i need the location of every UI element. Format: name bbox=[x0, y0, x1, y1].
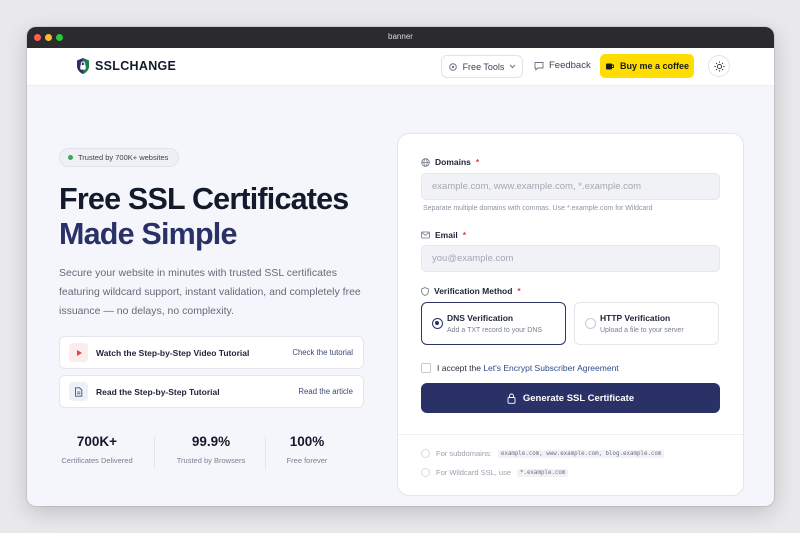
video-tutorial-label: Watch the Step-by-Step Video Tutorial bbox=[96, 347, 250, 358]
generate-label: Generate SSL Certificate bbox=[522, 392, 635, 404]
video-tutorial-card[interactable]: Watch the Step-by-Step Video Tutorial Ch… bbox=[59, 336, 364, 369]
tip-text: For subdomains: bbox=[436, 449, 492, 458]
required-marker: * bbox=[475, 157, 480, 167]
verification-method-label: Verification Method * bbox=[421, 286, 521, 296]
hero-title-line1: Free SSL Certificates bbox=[59, 182, 349, 216]
agreement-row: I accept the Let's Encrypt Subscriber Ag… bbox=[421, 363, 619, 373]
dns-radio[interactable] bbox=[432, 318, 443, 329]
shield-lock-icon bbox=[77, 58, 89, 74]
http-radio[interactable] bbox=[585, 318, 596, 329]
play-icon bbox=[69, 343, 88, 362]
chevron-down-icon bbox=[510, 64, 516, 69]
dns-verification-option[interactable]: DNS Verification Add a TXT record to you… bbox=[421, 302, 566, 345]
coffee-label: Buy me a coffee bbox=[619, 61, 690, 71]
status-dot-icon bbox=[68, 155, 73, 160]
brand-logo[interactable]: SSLCHANGE bbox=[76, 57, 176, 75]
agreement-checkbox[interactable] bbox=[421, 363, 431, 373]
agreement-text: I accept the Let's Encrypt Subscriber Ag… bbox=[437, 363, 619, 373]
sun-icon bbox=[714, 61, 724, 71]
ssl-request-form: Domains * example.com, www.example.com, … bbox=[397, 133, 744, 496]
stat-value: 700K+ bbox=[76, 434, 118, 449]
buy-me-a-coffee-button[interactable]: Buy me a coffee bbox=[600, 54, 694, 78]
http-verification-option[interactable]: HTTP Verification Upload a file to your … bbox=[574, 302, 719, 345]
domains-hint: Separate multiple domains with commas. U… bbox=[423, 205, 653, 212]
stat-label: Free forever bbox=[286, 456, 328, 465]
shield-icon bbox=[421, 286, 429, 296]
stat-free: 100% Free forever bbox=[257, 434, 357, 465]
generate-certificate-button[interactable]: Generate SSL Certificate bbox=[421, 383, 720, 413]
gear-icon bbox=[448, 62, 457, 71]
article-tutorial-card[interactable]: Read the Step-by-Step Tutorial Read the … bbox=[59, 375, 364, 408]
trust-badge-label: Trusted by 700K+ websites bbox=[78, 153, 169, 162]
mail-icon bbox=[421, 231, 430, 239]
tip-bullet-icon bbox=[421, 449, 430, 458]
check-tutorial-link[interactable]: Check the tutorial bbox=[292, 348, 353, 357]
document-icon bbox=[69, 382, 88, 401]
subdomain-tip: For subdomains: example.com, www.example… bbox=[421, 449, 665, 458]
required-marker: * bbox=[517, 286, 521, 296]
domains-label: Domains * bbox=[421, 157, 479, 167]
free-tools-label: Free Tools bbox=[462, 61, 505, 72]
message-icon bbox=[534, 61, 544, 71]
free-tools-dropdown[interactable]: Free Tools bbox=[441, 55, 523, 78]
hero-subtitle: Secure your website in minutes with trus… bbox=[59, 267, 361, 317]
required-marker: * bbox=[462, 230, 466, 240]
globe-icon bbox=[421, 157, 430, 167]
dns-title: DNS Verification bbox=[447, 313, 514, 323]
stat-value: 100% bbox=[289, 434, 325, 449]
stat-divider bbox=[154, 437, 155, 469]
tip-code: *.example.com bbox=[517, 468, 569, 477]
theme-toggle-button[interactable] bbox=[708, 55, 730, 77]
top-navbar: SSLCHANGE Free Tools Feedback Buy me a c… bbox=[27, 48, 774, 86]
email-label-text: Email bbox=[435, 230, 458, 240]
tip-code: example.com, www.example.com, blog.examp… bbox=[497, 449, 665, 458]
coffee-cup-icon bbox=[605, 63, 614, 69]
card-divider bbox=[398, 434, 743, 435]
trust-badge: Trusted by 700K+ websites bbox=[59, 148, 180, 167]
brand-name: SSLCHANGE bbox=[95, 59, 177, 73]
stat-value: 99.9% bbox=[191, 434, 231, 449]
title-bar: banner bbox=[27, 27, 774, 48]
wildcard-tip: For Wildcard SSL, use *.example.com bbox=[421, 468, 569, 477]
article-tutorial-label: Read the Step-by-Step Tutorial bbox=[96, 386, 220, 397]
verification-method-label-text: Verification Method bbox=[434, 286, 513, 296]
feedback-label: Feedback bbox=[549, 60, 591, 71]
browser-window: banner SSLCHANGE Free Tools Feedback Buy… bbox=[27, 27, 774, 506]
agreement-link[interactable]: Let's Encrypt Subscriber Agreement bbox=[483, 363, 618, 373]
stat-label: Certificates Delivered bbox=[61, 456, 133, 465]
http-description: Upload a file to your server bbox=[600, 327, 684, 334]
domains-label-text: Domains bbox=[435, 157, 471, 167]
tip-bullet-icon bbox=[421, 468, 430, 477]
stat-trusted: 99.9% Trusted by Browsers bbox=[161, 434, 261, 465]
window-title: banner bbox=[388, 32, 413, 41]
email-label: Email * bbox=[421, 230, 466, 240]
email-input[interactable]: you@example.com bbox=[421, 245, 720, 272]
http-title: HTTP Verification bbox=[600, 313, 671, 323]
dns-description: Add a TXT record to your DNS bbox=[447, 327, 543, 334]
hero-title-line2: Made Simple bbox=[59, 217, 237, 251]
lock-icon bbox=[507, 393, 516, 404]
stat-certificates: 700K+ Certificates Delivered bbox=[47, 434, 147, 465]
stat-label: Trusted by Browsers bbox=[176, 456, 246, 465]
read-article-link[interactable]: Read the article bbox=[298, 387, 353, 396]
tip-text: For Wildcard SSL, use bbox=[436, 468, 512, 477]
feedback-link[interactable]: Feedback bbox=[534, 60, 591, 71]
domains-input[interactable]: example.com, www.example.com, *.example.… bbox=[421, 173, 720, 200]
